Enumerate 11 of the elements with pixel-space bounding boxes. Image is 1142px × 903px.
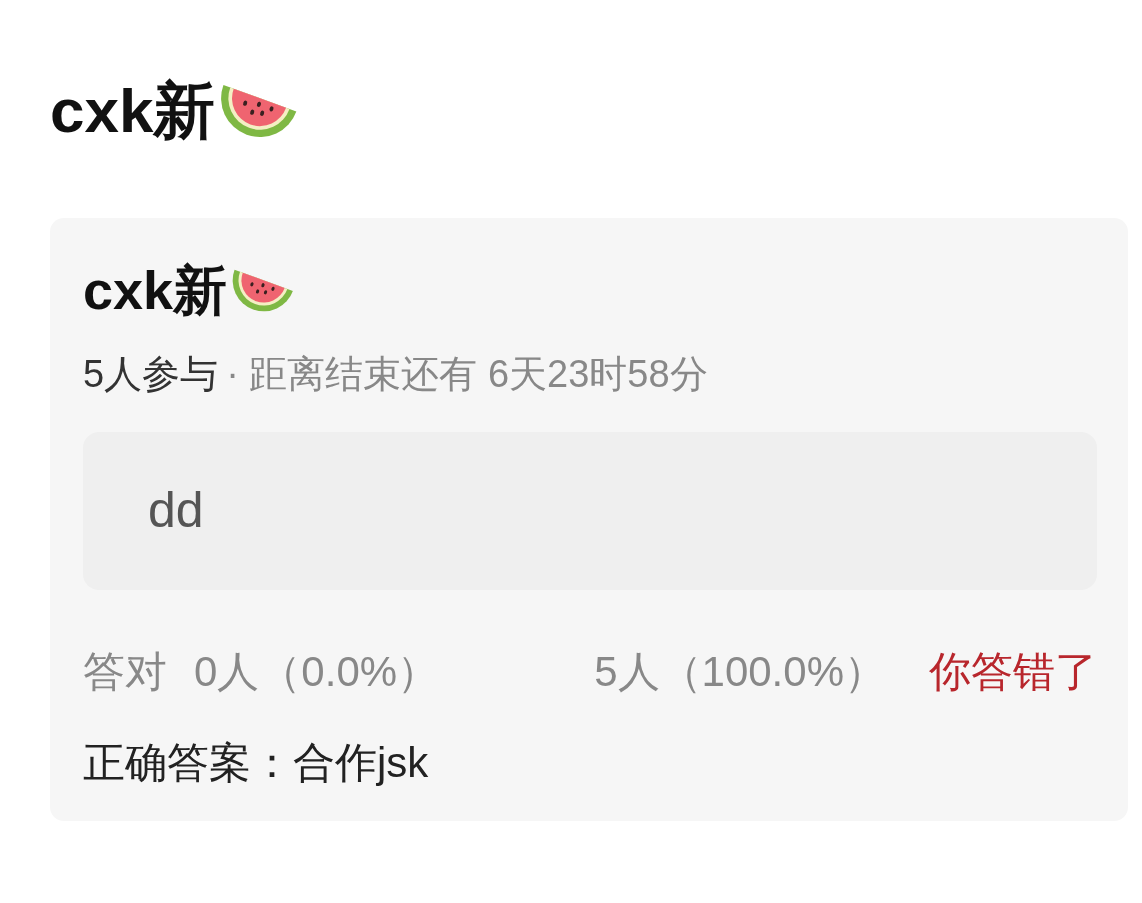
result-verdict: 你答错了 xyxy=(929,647,1097,697)
watermelon-icon xyxy=(231,267,296,313)
answer-option: dd xyxy=(83,432,1097,590)
correct-count: 0人（0.0%） xyxy=(194,647,440,697)
correct-label: 答对 xyxy=(83,647,167,697)
quiz-title: cxk新 xyxy=(83,259,228,322)
post-title: cxk新 xyxy=(50,75,216,147)
countdown-text: · 距离结束还有 6天23时58分 xyxy=(226,352,708,398)
wrong-count: 5人（100.0%） xyxy=(594,647,886,697)
participant-count: 5人参与 xyxy=(83,352,219,398)
correct-answer: 正确答案：合作jsk xyxy=(83,739,429,787)
